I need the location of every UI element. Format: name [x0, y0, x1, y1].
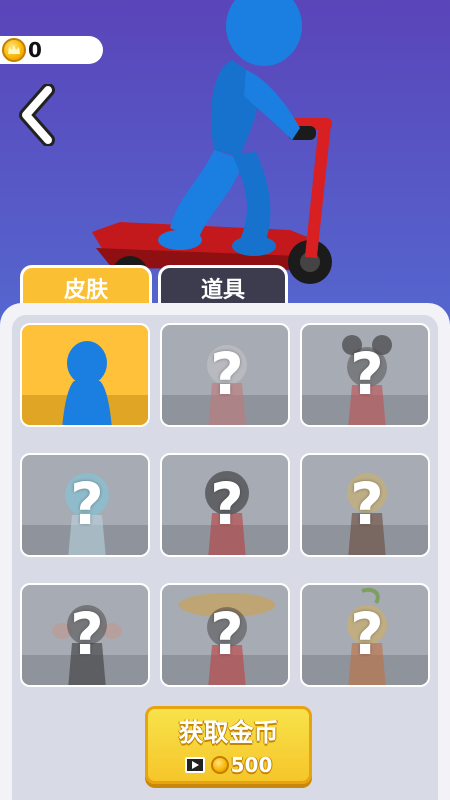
lock-question-mark: ? — [210, 470, 244, 538]
lock-question-mark: ? — [70, 600, 104, 668]
get-coins-amount: 500 — [230, 753, 273, 777]
skin-card-locked[interactable]: ? — [20, 583, 150, 687]
skin-card-locked[interactable]: ? — [160, 583, 290, 687]
back-button[interactable] — [14, 83, 60, 147]
crown-coin-icon — [2, 38, 26, 62]
coin-count: 0 — [28, 38, 42, 62]
lock-question-mark: ? — [70, 470, 104, 538]
skin-card-locked[interactable]: ? — [300, 323, 430, 427]
get-coins-reward-row: 500 — [184, 753, 273, 777]
lock-question-mark: ? — [210, 600, 244, 668]
skin-card-locked[interactable]: ? — [160, 323, 290, 427]
lock-question-mark: ? — [350, 470, 384, 538]
chevron-left-icon — [19, 83, 55, 147]
lock-question-mark: ? — [210, 340, 244, 408]
get-coins-title: 获取金币 — [178, 718, 279, 747]
skin-card-locked[interactable]: ? — [20, 453, 150, 557]
skin-card-blue-stickman[interactable] — [20, 323, 150, 427]
coin-counter: 0 — [0, 36, 103, 64]
tab-skins-label: 皮肤 — [63, 277, 108, 303]
tab-props[interactable]: 道具 — [158, 265, 288, 307]
get-coins-button[interactable]: 获取金币 500 — [145, 706, 312, 784]
video-ad-icon — [184, 757, 205, 773]
skin-card-locked[interactable]: ? — [300, 453, 430, 557]
skin-card-locked[interactable]: ? — [160, 453, 290, 557]
tab-skins[interactable]: 皮肤 — [20, 265, 152, 307]
skin-card-locked[interactable]: ? — [300, 583, 430, 687]
blue-stickman-figure — [62, 341, 112, 425]
tab-props-label: 道具 — [200, 277, 245, 303]
lock-question-mark: ? — [350, 600, 384, 668]
crown-coin-icon — [210, 756, 229, 774]
lock-question-mark: ? — [350, 340, 384, 408]
